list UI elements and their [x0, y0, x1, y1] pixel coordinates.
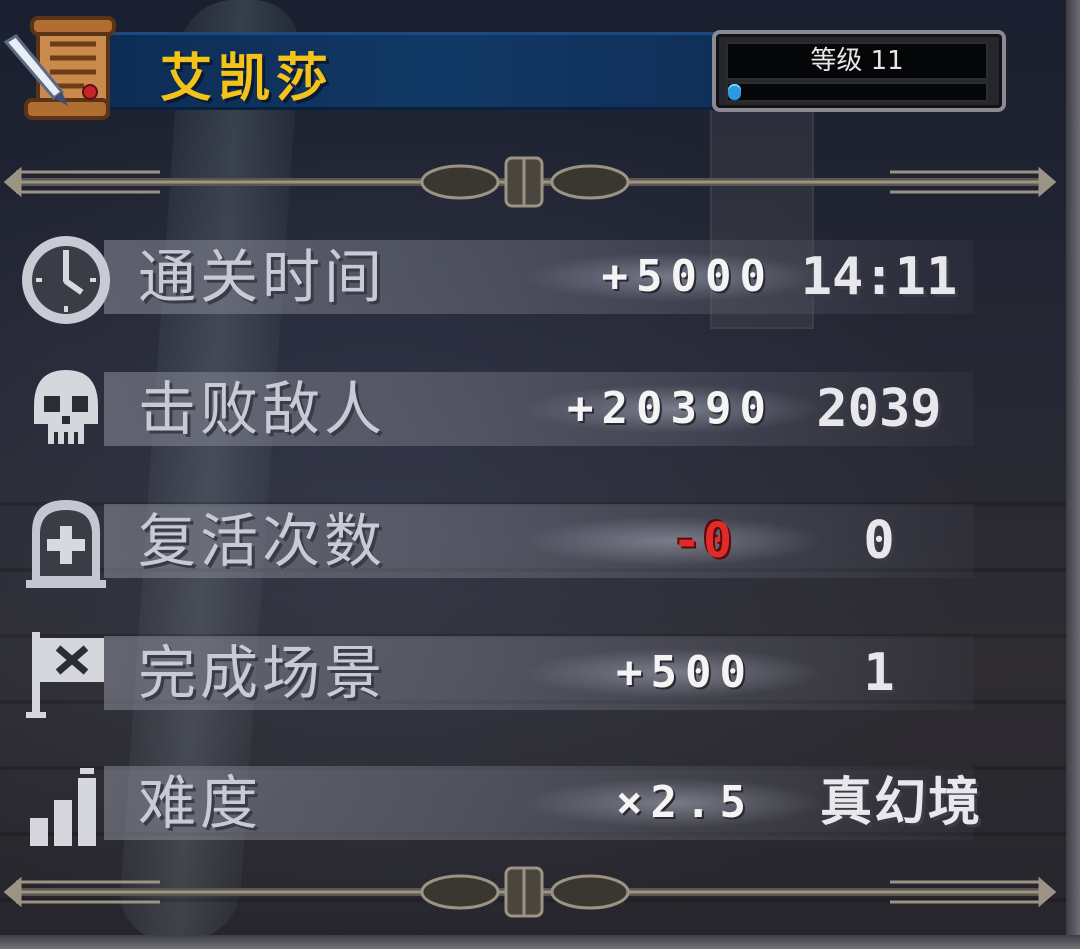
stat-penalty: -0	[672, 513, 734, 569]
stat-row-enemies-defeated: 击败敌人 +20390 2039	[14, 358, 974, 468]
stat-bonus: +20390	[567, 383, 774, 434]
panel-edge-bottom	[0, 935, 1080, 949]
difficulty-name: 真幻境	[819, 773, 982, 833]
ornament-divider-top	[3, 156, 1057, 208]
level-panel: 等级 11	[712, 30, 1006, 112]
flag-icon	[26, 632, 104, 718]
stat-value: 14:11	[800, 247, 958, 307]
stat-label: 完成场景	[138, 639, 387, 707]
stat-bonus: +500	[616, 647, 754, 698]
scroll-quill-icon	[4, 16, 116, 120]
results-screen: 艾凯莎 等级 11 通关时间 +5000 14:11 击败敌人 +20390 2…	[0, 0, 1080, 949]
xp-bar-fill	[728, 84, 741, 100]
tombstone-icon	[26, 500, 106, 588]
stat-row-scenes-cleared: 完成场景 +500 1	[14, 622, 974, 732]
stat-row-clear-time: 通关时间 +5000 14:11	[14, 226, 974, 336]
clock-icon	[22, 236, 110, 324]
character-name: 艾凯莎	[160, 49, 335, 109]
stat-label: 通关时间	[138, 243, 387, 311]
difficulty-multiplier: ×2.5	[616, 777, 754, 828]
stat-label: 复活次数	[138, 507, 387, 575]
stat-label: 难度	[138, 769, 263, 837]
panel-edge-right	[1066, 0, 1080, 949]
stat-value: 0	[863, 511, 895, 571]
stat-value: 1	[863, 643, 895, 703]
stat-row-revives: 复活次数 -0 0	[14, 490, 974, 600]
difficulty-bars-icon	[30, 768, 96, 846]
xp-bar	[726, 82, 988, 102]
stat-value: 2039	[816, 379, 942, 439]
stat-bonus: +5000	[601, 251, 774, 302]
ornament-divider-bottom	[3, 866, 1057, 918]
skull-icon	[34, 370, 98, 444]
level-label: 等级 11	[726, 42, 988, 80]
stat-row-difficulty: 难度 ×2.5 真幻境	[14, 752, 980, 862]
stat-label: 击败敌人	[138, 375, 387, 443]
